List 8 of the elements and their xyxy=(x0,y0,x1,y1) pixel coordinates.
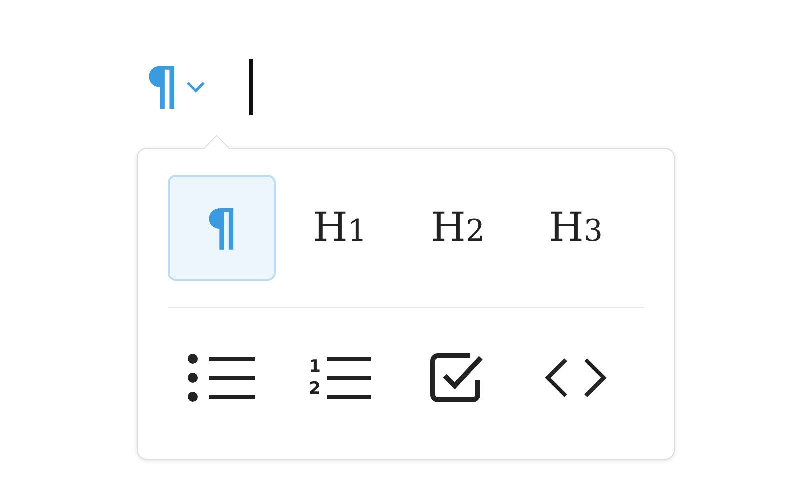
numbered-list-button[interactable]: 1 2 xyxy=(286,308,394,448)
caret-icon xyxy=(185,80,208,94)
code-icon xyxy=(544,356,608,400)
list-number: 2 xyxy=(309,378,321,400)
checkbox-icon xyxy=(430,352,486,404)
text-cursor xyxy=(249,59,254,115)
list-number: 1 xyxy=(309,356,321,378)
bullet-list-icon xyxy=(187,353,257,403)
